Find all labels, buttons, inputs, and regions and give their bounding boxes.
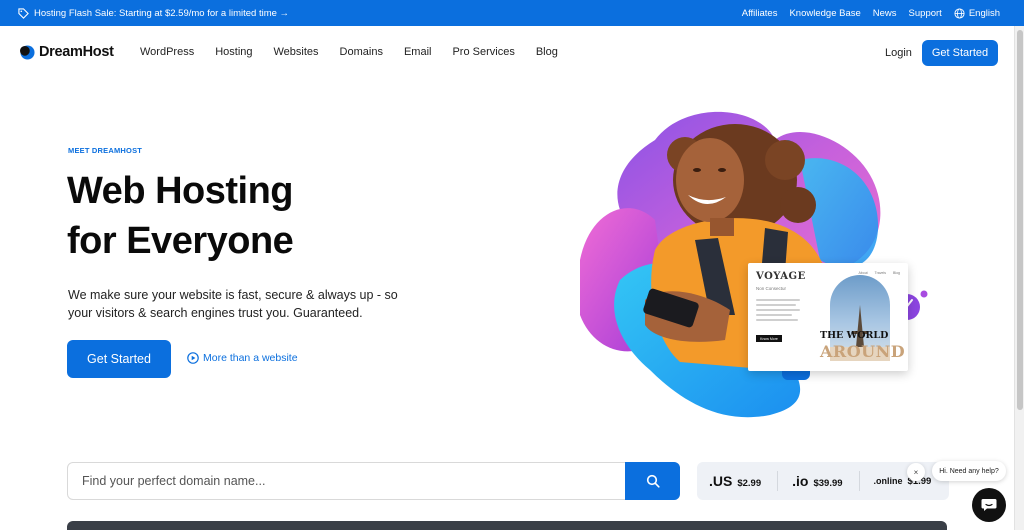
site-header: DreamHost WordPress Hosting Websites Dom… [0, 26, 1014, 80]
header-get-started-button[interactable]: Get Started [922, 40, 998, 66]
card-nav-travels: Travels [874, 271, 886, 275]
tld-divider [858, 471, 860, 491]
news-link[interactable]: News [873, 8, 897, 19]
dreamhost-logo-icon [20, 44, 35, 60]
tld-name: .io [792, 473, 809, 489]
hero-eyebrow: MEET DREAMHOST [68, 146, 143, 155]
hero-title: Web Hosting for Everyone [67, 166, 294, 266]
logo[interactable]: DreamHost [20, 44, 114, 60]
utility-nav: Affiliates Knowledge Base News Support E… [742, 0, 1000, 26]
chat-launcher-button[interactable] [972, 488, 1006, 522]
domain-search [67, 462, 680, 500]
card-text-lines [756, 299, 802, 324]
promo-link[interactable]: Hosting Flash Sale: Starting at $2.59/mo… [18, 0, 289, 26]
domain-search-button[interactable] [625, 462, 680, 500]
nav-email[interactable]: Email [404, 46, 432, 58]
support-link[interactable]: Support [909, 8, 942, 19]
hero-subtitle-line-1: We make sure your website is fast, secur… [68, 288, 398, 302]
hero-subtitle-line-2: your visitors & search engines trust you… [68, 306, 363, 320]
nav-pro-services[interactable]: Pro Services [452, 46, 514, 58]
nav-domains[interactable]: Domains [340, 46, 383, 58]
tld-us[interactable]: .US $2.99 [709, 473, 761, 489]
tld-price: $39.99 [813, 478, 843, 489]
tld-name: .online [873, 475, 903, 486]
card-headline-2: AROUND [820, 342, 906, 361]
hero-get-started-button[interactable]: Get Started [67, 340, 171, 378]
promo-text[interactable]: Hosting Flash Sale: Starting at $2.59/mo… [34, 8, 289, 19]
card-headline-1: THE WORLD [820, 330, 889, 341]
hero-illustration [580, 111, 928, 418]
hero-title-line-1: Web Hosting [67, 170, 294, 212]
nav-wordpress[interactable]: WordPress [140, 46, 194, 58]
page-scrollbar[interactable] [1014, 26, 1024, 530]
more-than-website-link[interactable]: More than a website [187, 352, 298, 364]
knowledge-base-link[interactable]: Knowledge Base [789, 8, 860, 19]
login-link[interactable]: Login [885, 47, 912, 59]
globe-icon [954, 7, 965, 19]
more-than-website-label: More than a website [203, 352, 298, 364]
chat-close-button[interactable]: × [907, 463, 925, 481]
tld-divider [777, 471, 779, 491]
hero-title-line-2: for Everyone [67, 220, 294, 262]
card-title: VOYAGE [756, 271, 806, 282]
nav-websites[interactable]: Websites [274, 46, 319, 58]
website-preview-card: VOYAGE Non Consectur About Travels Blog … [748, 263, 908, 371]
brand-name: DreamHost [39, 44, 114, 60]
chat-icon [981, 499, 997, 511]
nav-blog[interactable]: Blog [536, 46, 558, 58]
language-selector[interactable]: English [954, 8, 1000, 19]
domain-search-input[interactable] [68, 463, 626, 499]
tld-io[interactable]: .io $39.99 [792, 473, 842, 489]
hero-subtitle: We make sure your website is fast, secur… [68, 286, 428, 322]
nav-hosting[interactable]: Hosting [215, 46, 252, 58]
page: Hosting Flash Sale: Starting at $2.59/mo… [0, 0, 1024, 530]
chat-prompt-bubble[interactable]: Hi. Need any help? [932, 461, 1006, 481]
tld-price: $2.99 [737, 478, 762, 489]
search-icon [646, 474, 660, 488]
card-subtitle: Non Consectur [756, 286, 787, 291]
card-know-more-button: Know More [756, 335, 782, 342]
language-label: English [968, 7, 1000, 19]
promo-bar: Hosting Flash Sale: Starting at $2.59/mo… [0, 0, 1024, 26]
scrollbar-thumb[interactable] [1017, 30, 1023, 410]
tag-icon [18, 7, 29, 19]
play-icon [187, 352, 199, 364]
tld-name: .US [709, 473, 733, 489]
card-nav-blog: Blog [892, 271, 900, 275]
main-nav: WordPress Hosting Websites Domains Email… [140, 46, 579, 58]
affiliates-link[interactable]: Affiliates [742, 8, 778, 19]
next-section-panel [67, 521, 947, 530]
